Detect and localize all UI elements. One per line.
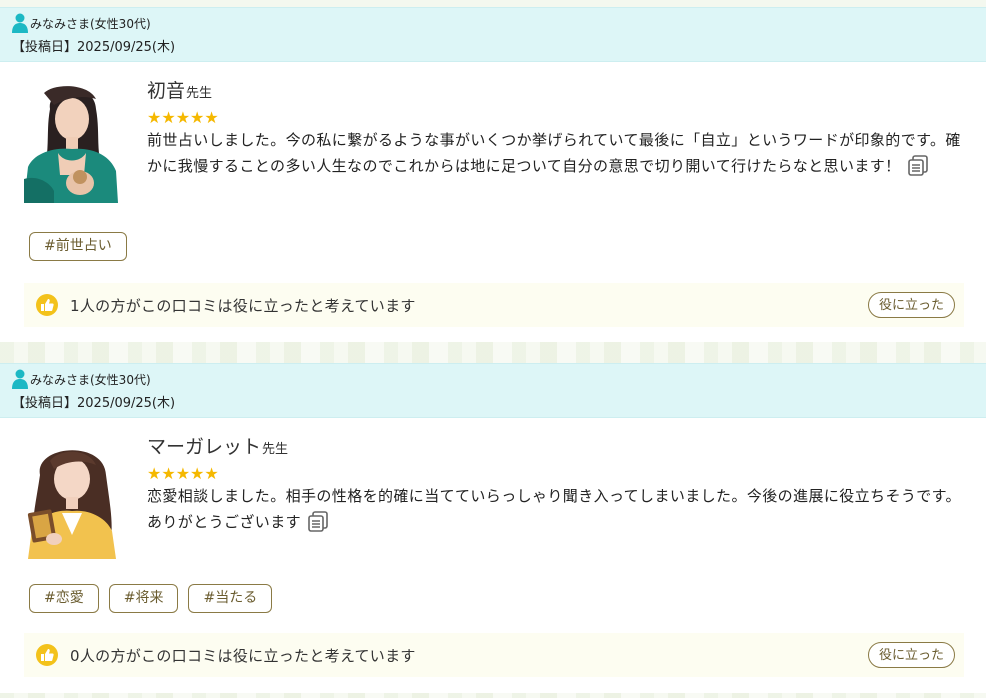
helpful-count-text: 1人の方がこの口コミは役に立ったと考えています: [70, 296, 416, 315]
helpful-count-text: 0人の方がこの口コミは役に立ったと考えています: [70, 646, 416, 665]
review-comment: 恋愛相談しました。相手の性格を的確に当てていらっしゃり聞き入ってしまいました。今…: [147, 483, 962, 535]
reviewer-name: みなみさま(女性30代): [30, 16, 151, 31]
teacher-suffix: 先生: [186, 86, 213, 101]
reviewer: みなみさま(女性30代): [12, 11, 974, 35]
review-card: みなみさま(女性30代) 【投稿日】2025/09/25(木) マーガレット 先…: [0, 363, 986, 693]
thumbs-up-icon: [36, 294, 58, 316]
teacher-name[interactable]: マーガレット: [147, 432, 261, 459]
review-body: 初音 先生 ★★★★★ 前世占いしました。今の私に繋がるような事がいくつか挙げら…: [0, 62, 986, 212]
review-header: みなみさま(女性30代) 【投稿日】2025/09/25(木): [0, 7, 986, 62]
review-comment-text: 恋愛相談しました。相手の性格を的確に当てていらっしゃり聞き入ってしまいました。今…: [147, 487, 961, 531]
review-content: 初音 先生 ★★★★★ 前世占いしました。今の私に繋がるような事がいくつか挙げら…: [147, 76, 962, 179]
tag[interactable]: #将来: [108, 584, 179, 613]
helpful-button[interactable]: 役に立った: [867, 642, 955, 668]
reviewer-name: みなみさま(女性30代): [30, 372, 151, 387]
copy-icon[interactable]: [907, 154, 929, 176]
tag[interactable]: #恋愛: [29, 584, 99, 613]
star-rating: ★★★★★: [147, 108, 219, 127]
teacher-name[interactable]: 初音: [147, 76, 185, 103]
review-comment-text: 前世占いしました。今の私に繋がるような事がいくつか挙げられていて最後に「自立」と…: [147, 131, 961, 175]
post-date: 【投稿日】2025/09/25(木): [12, 40, 176, 55]
teacher-photo[interactable]: [24, 435, 118, 559]
tag-list: #前世占い: [29, 232, 127, 261]
decorative-divider: [0, 693, 986, 698]
review-card: みなみさま(女性30代) 【投稿日】2025/09/25(木) 初音 先生 ★★…: [0, 7, 986, 342]
teacher-photo[interactable]: [24, 79, 118, 203]
helpful-bar: 0人の方がこの口コミは役に立ったと考えています 役に立った: [24, 633, 964, 677]
tag[interactable]: #当たる: [188, 584, 273, 613]
person-icon: [12, 369, 28, 389]
decorative-divider: [0, 342, 986, 363]
reviewer: みなみさま(女性30代): [12, 367, 974, 391]
review-content: マーガレット 先生 ★★★★★ 恋愛相談しました。相手の性格を的確に当てていらっ…: [147, 432, 962, 535]
review-header: みなみさま(女性30代) 【投稿日】2025/09/25(木): [0, 363, 986, 418]
copy-icon[interactable]: [307, 510, 329, 532]
helpful-bar: 1人の方がこの口コミは役に立ったと考えています 役に立った: [24, 283, 964, 327]
thumbs-up-icon: [36, 644, 58, 666]
tag[interactable]: #前世占い: [29, 232, 127, 261]
person-icon: [12, 13, 28, 33]
tag-list: #恋愛 #将来 #当たる: [29, 584, 273, 613]
teacher-link[interactable]: マーガレット 先生: [147, 432, 962, 459]
post-date: 【投稿日】2025/09/25(木): [12, 396, 176, 411]
teacher-suffix: 先生: [262, 442, 289, 457]
review-body: マーガレット 先生 ★★★★★ 恋愛相談しました。相手の性格を的確に当てていらっ…: [0, 418, 986, 568]
review-comment: 前世占いしました。今の私に繋がるような事がいくつか挙げられていて最後に「自立」と…: [147, 127, 962, 179]
helpful-button[interactable]: 役に立った: [867, 292, 955, 318]
teacher-link[interactable]: 初音 先生: [147, 76, 962, 103]
star-rating: ★★★★★: [147, 464, 219, 483]
